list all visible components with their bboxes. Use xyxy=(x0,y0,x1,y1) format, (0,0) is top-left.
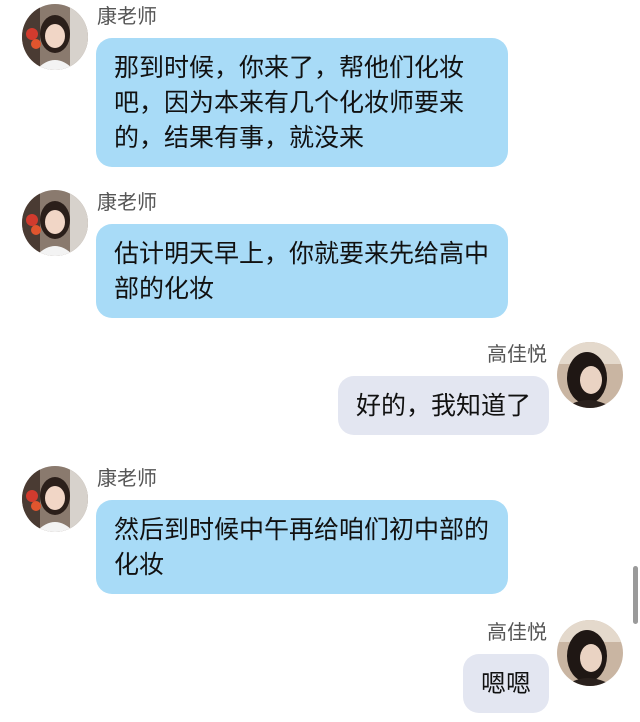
sender-name: 康老师 xyxy=(97,190,157,214)
message-bubble[interactable]: 那到时候，你来了，帮他们化妆吧，因为本来有几个化妆师要来的，结果有事，就没来 xyxy=(96,38,508,167)
message-bubble[interactable]: 然后到时候中午再给咱们初中部的化妆 xyxy=(96,500,508,594)
message-bubble[interactable]: 好的，我知道了 xyxy=(337,376,549,435)
teacher-avatar[interactable] xyxy=(22,466,88,532)
sender-name: 康老师 xyxy=(97,4,157,28)
user-avatar[interactable] xyxy=(557,342,623,408)
teacher-avatar[interactable] xyxy=(22,190,88,256)
message-bubble[interactable]: 估计明天早上，你就要来先给高中部的化妆 xyxy=(96,224,508,318)
teacher-avatar[interactable] xyxy=(22,4,88,70)
sender-name: 高佳悦 xyxy=(487,342,547,366)
chat-view[interactable]: 康老师 那到时候，你来了，帮他们化妆吧，因为本来有几个化妆师要来的，结果有事，就… xyxy=(0,0,640,722)
sender-name: 康老师 xyxy=(97,466,157,490)
user-avatar[interactable] xyxy=(557,620,623,686)
message-bubble[interactable]: 嗯嗯 xyxy=(462,654,549,713)
scrollbar[interactable] xyxy=(633,566,638,624)
sender-name: 高佳悦 xyxy=(487,620,547,644)
